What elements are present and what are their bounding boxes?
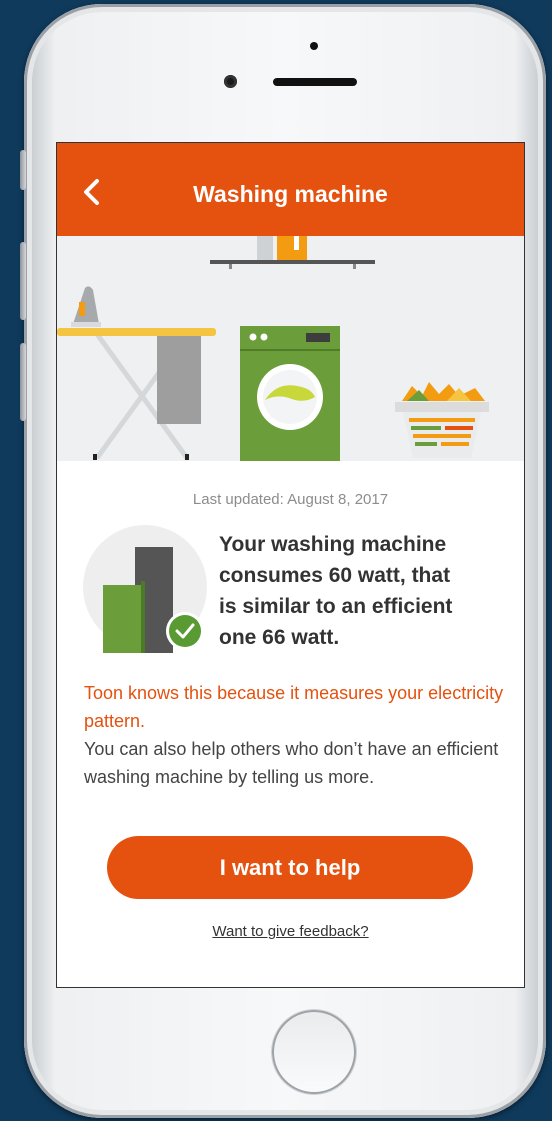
washing-machine-icon — [240, 326, 340, 461]
app-screen: Washing machine Last updated: August 8, … — [57, 143, 524, 987]
page-title: Washing machine — [193, 181, 388, 207]
help-description: You can also help others who don’t have … — [84, 739, 499, 787]
front-camera — [224, 75, 237, 88]
volume-up-button[interactable] — [20, 242, 26, 320]
mute-switch[interactable] — [20, 150, 26, 190]
ironing-board-icon — [57, 328, 216, 460]
check-circle-icon — [165, 611, 205, 651]
feedback-link[interactable]: Want to give feedback? — [57, 923, 524, 940]
scroll-fade — [57, 791, 524, 821]
earpiece-speaker — [273, 78, 357, 86]
volume-down-button[interactable] — [20, 343, 26, 421]
home-button[interactable] — [272, 1010, 356, 1094]
summary-line: consumes 60 watt, that — [219, 564, 451, 587]
app-bar: Washing machine — [57, 143, 524, 236]
summary-line: Your washing machine — [219, 533, 447, 556]
content-area: Last updated: August 8, 2017 Your washin… — [57, 461, 524, 987]
laundry-basket-icon — [395, 382, 489, 458]
i-want-to-help-button[interactable]: I want to help — [107, 836, 473, 899]
iron-icon — [71, 286, 101, 327]
explanation-text: Toon knows this because it measures your… — [84, 683, 504, 731]
summary-line: one 66 watt. — [219, 626, 340, 649]
ceiling-lamp-icon — [210, 236, 375, 269]
laundry-room-illustration — [57, 236, 524, 461]
last-updated-label: Last updated: August 8, 2017 — [192, 491, 389, 508]
front-sensor — [310, 42, 318, 50]
consumption-summary: Your washing machine consumes 60 watt, t… — [219, 529, 519, 653]
summary-line: is similar to an efficient — [219, 595, 453, 618]
